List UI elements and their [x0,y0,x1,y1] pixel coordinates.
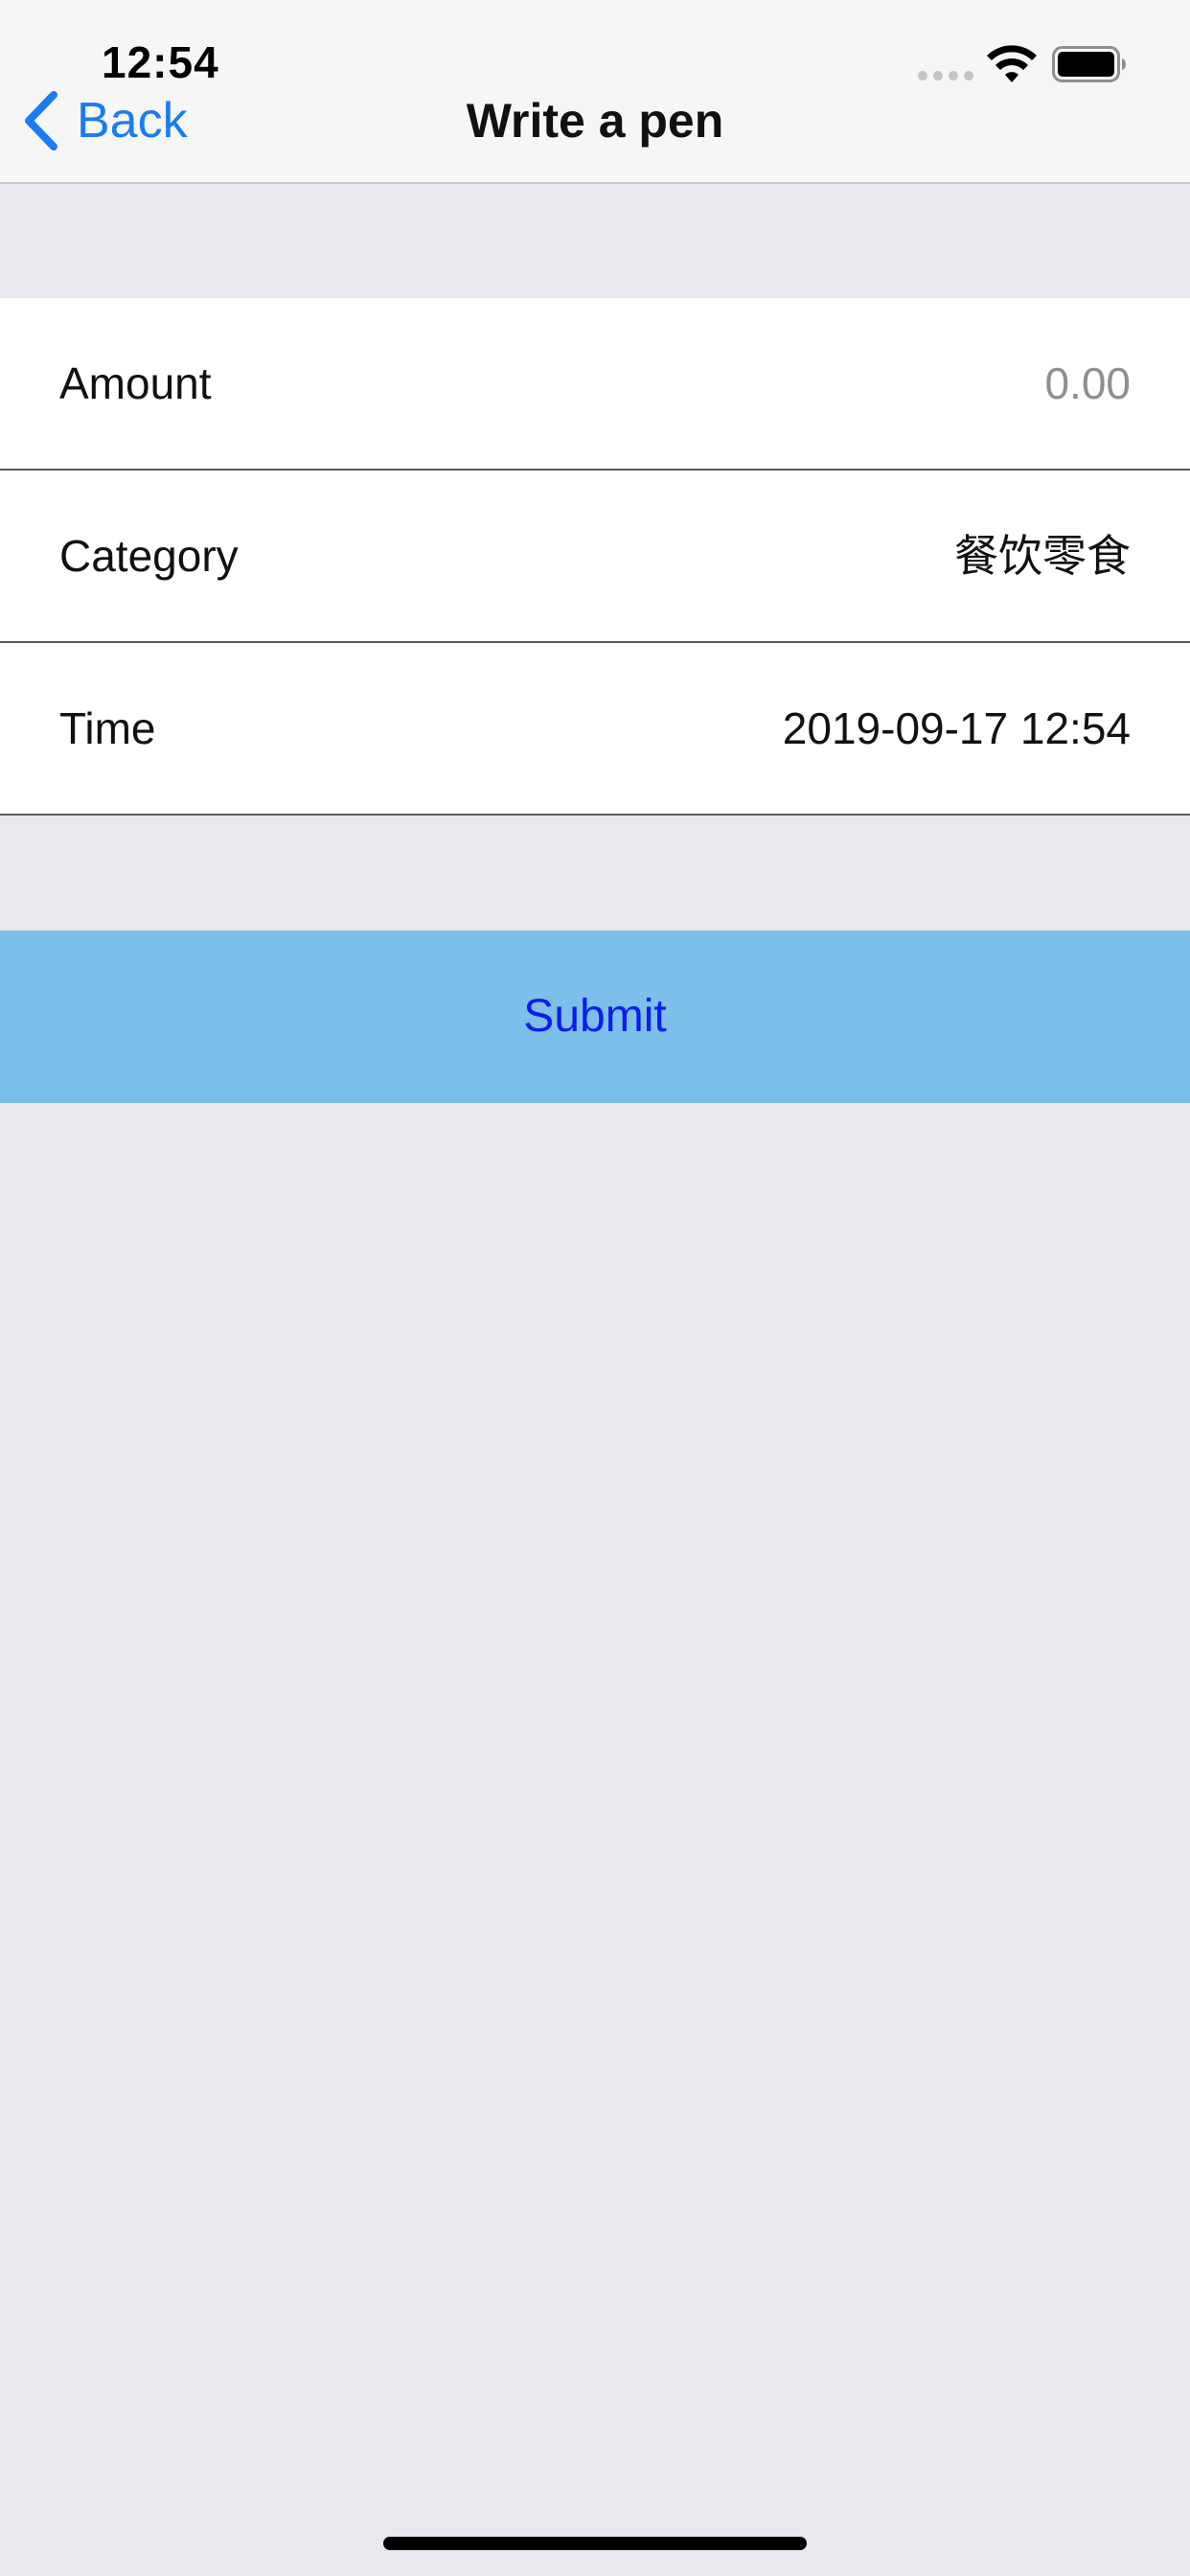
battery-icon [1052,46,1126,82]
wifi-icon [987,45,1037,82]
time-value: 2019-09-17 12:54 [782,703,1131,753]
category-value: 餐饮零食 [954,531,1131,581]
category-label: Category [59,531,239,581]
entry-form: Amount Category 餐饮零食 Time 2019-09-17 12:… [0,298,1190,816]
status-bar: 12:54 [0,0,1190,96]
back-label: Back [77,93,188,149]
cellular-signal-icon [918,71,973,80]
category-row[interactable]: Category 餐饮零食 [0,471,1190,643]
back-button[interactable]: Back [21,91,188,150]
status-time: 12:54 [102,37,219,87]
home-indicator[interactable] [383,2537,807,2550]
chevron-left-icon [25,91,57,150]
navigation-bar: Write a pen Back [0,91,1190,184]
amount-input[interactable] [460,298,1131,469]
time-row[interactable]: Time 2019-09-17 12:54 [0,643,1190,816]
amount-label: Amount [59,358,212,408]
submit-button[interactable]: Submit [0,931,1190,1103]
amount-row[interactable]: Amount [0,298,1190,471]
time-label: Time [59,703,156,753]
